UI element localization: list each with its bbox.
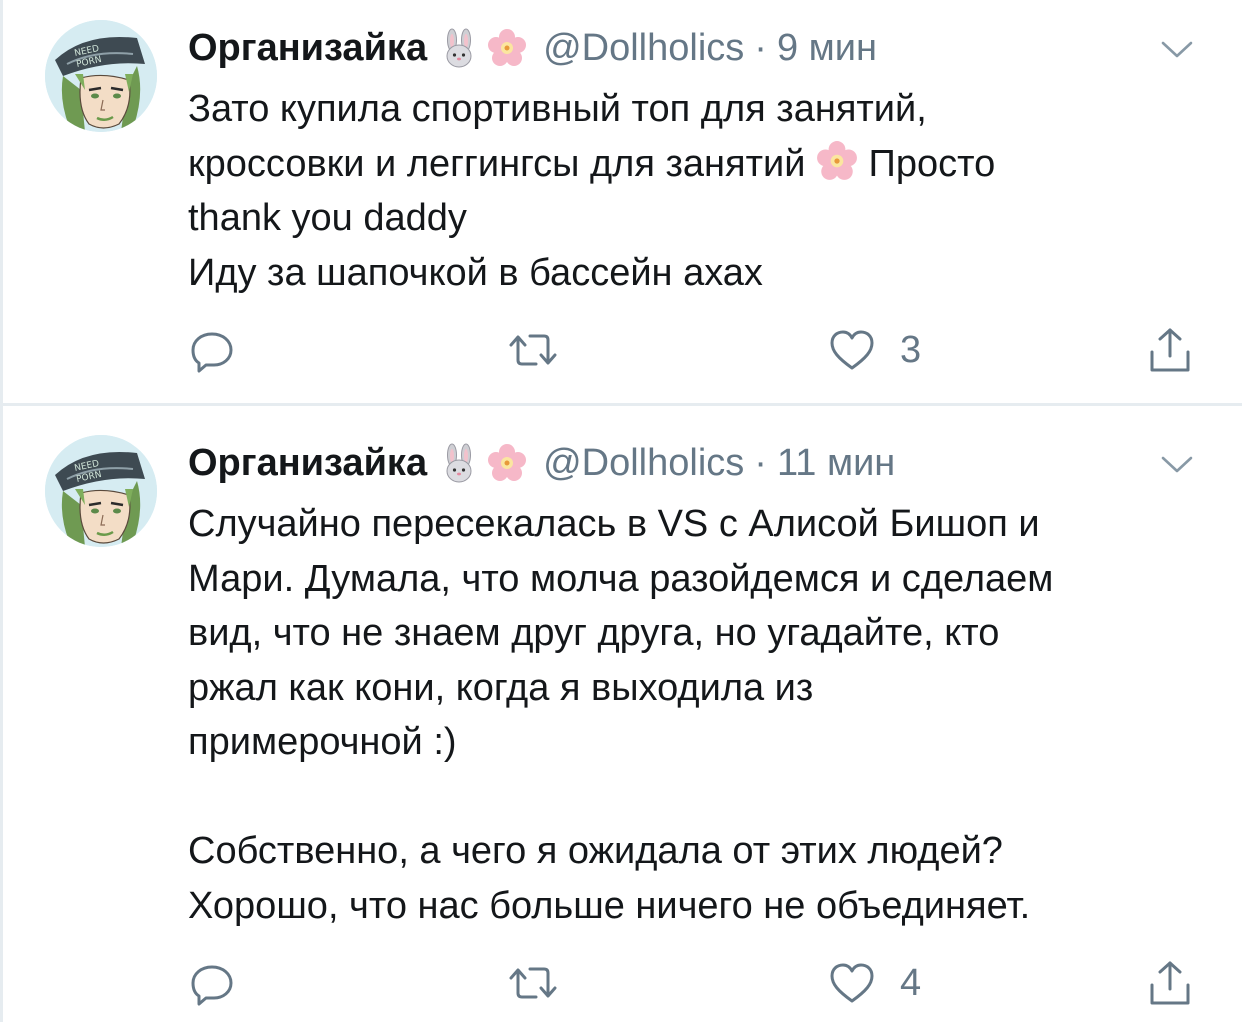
tweet-text: Случайно пересекалась в VS с Алисой Бишо… [188, 503, 1054, 927]
like-button[interactable]: 3 [828, 325, 921, 375]
author-handle[interactable]: @Dollholics [543, 27, 744, 70]
cherry-blossom-emoji [488, 29, 527, 66]
share-icon [1150, 961, 1190, 1005]
tweet[interactable]: Организайка @Dollholics · 11 мин Случайн… [0, 405, 1242, 1022]
share-button[interactable] [1146, 958, 1194, 1008]
tweet-actions: 3 [188, 325, 1208, 375]
tweet-text-line: Зато купила спортивный топ для занятий, [188, 88, 927, 130]
retweet-button[interactable] [506, 958, 584, 1008]
author-handle[interactable]: @Dollholics [543, 442, 744, 485]
tweet-actions: 4 [188, 958, 1208, 1008]
reply-button[interactable] [188, 325, 260, 375]
tweet-text-line: кроссовки и леггингсы для занятий [188, 142, 816, 185]
chevron-down-icon[interactable] [1160, 40, 1194, 60]
author-name[interactable]: Организайка [188, 27, 427, 70]
heart-icon [830, 963, 874, 1003]
avatar[interactable] [45, 20, 157, 132]
like-button[interactable]: 4 [828, 958, 921, 1008]
bunny-emoji [446, 443, 472, 483]
retweet-icon [509, 967, 557, 999]
tweet-text-line: Иду за шапочкой в бассейн ахах [188, 251, 763, 294]
timestamp[interactable]: 9 мин [777, 27, 877, 70]
author-name[interactable]: Организайка [188, 442, 427, 485]
retweet-icon [509, 334, 557, 366]
tweet-text: Зато купила спортивный топ для занятий, … [188, 82, 1198, 300]
heart-icon [830, 330, 874, 370]
avatar[interactable] [45, 435, 157, 547]
tweet-header: Организайка @Dollholics · 11 мин [188, 433, 895, 493]
tweet-header: Организайка @Dollholics · 9 мин [188, 18, 877, 78]
share-button[interactable] [1146, 325, 1194, 375]
tweet[interactable]: Организайка @Dollholics · 9 мин Зато куп… [0, 0, 1242, 405]
separator-dot: · [754, 441, 767, 484]
tweet-feed: Организайка @Dollholics · 9 мин Зато куп… [0, 0, 1242, 1022]
tweet-text-line: Просто [857, 142, 996, 185]
timestamp[interactable]: 11 мин [777, 442, 895, 485]
tweet-text-line: thank you daddy [188, 197, 467, 239]
reply-icon [191, 965, 233, 1006]
separator-dot: · [754, 26, 767, 69]
like-count: 3 [900, 328, 922, 371]
chevron-down-icon[interactable] [1160, 455, 1194, 475]
reply-button[interactable] [188, 958, 260, 1008]
cherry-blossom-emoji [488, 444, 527, 481]
retweet-button[interactable] [506, 325, 584, 375]
bunny-emoji [446, 28, 472, 68]
like-count: 4 [900, 961, 922, 1004]
cherry-blossom-emoji [817, 140, 857, 180]
share-icon [1150, 328, 1190, 372]
reply-icon [191, 332, 233, 373]
